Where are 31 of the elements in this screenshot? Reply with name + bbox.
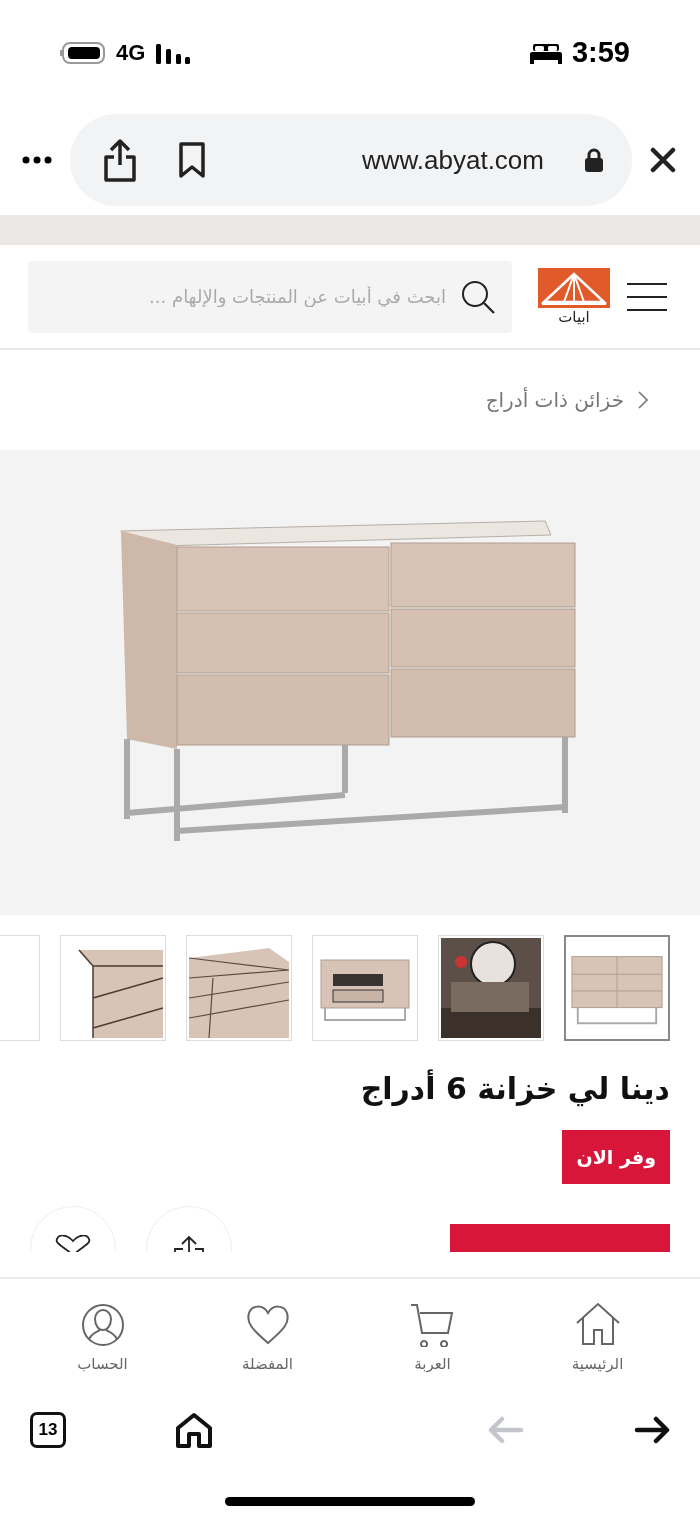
nav-item[interactable]: المفضلة <box>207 1301 328 1373</box>
battery-icon <box>60 41 106 64</box>
breadcrumb-link[interactable]: خزائن ذات أدراج <box>485 388 648 412</box>
sale-badge: وفر الان <box>562 1130 670 1184</box>
close-icon[interactable] <box>650 147 676 173</box>
url-text: www.abyat.com <box>360 144 544 176</box>
share-icon[interactable] <box>102 138 138 182</box>
logo[interactable]: ابيات <box>538 268 610 325</box>
address-bar[interactable]: www.abyat.com <box>70 114 632 206</box>
more-icon[interactable] <box>22 156 52 164</box>
bookmark-icon[interactable] <box>178 142 206 178</box>
clock-time: 3:59 <box>571 36 630 69</box>
heart-icon <box>53 1235 93 1252</box>
nav-item[interactable]: الحساب <box>42 1301 163 1373</box>
thumbnail[interactable] <box>564 935 670 1041</box>
house-icon[interactable] <box>176 1412 212 1448</box>
network-label: 4G <box>116 39 146 66</box>
nav-item[interactable]: الرئيسية <box>537 1301 658 1373</box>
lock-icon <box>584 148 604 172</box>
menu-icon[interactable] <box>626 281 668 312</box>
tabs-button[interactable]: 13 <box>30 1412 66 1448</box>
forward-arrow-icon[interactable] <box>634 1416 670 1444</box>
logo-text: ابيات <box>558 310 590 325</box>
tent-logo-icon <box>538 268 610 308</box>
nav-item[interactable]: العربة <box>372 1301 493 1373</box>
search-icon[interactable] <box>460 278 496 315</box>
product-title: دينا لي خزانة 6 أدراج <box>360 1071 670 1106</box>
share-icon <box>171 1235 207 1252</box>
bed-icon <box>529 41 562 64</box>
signal-icon <box>155 41 192 64</box>
chevron-icon <box>638 391 648 409</box>
